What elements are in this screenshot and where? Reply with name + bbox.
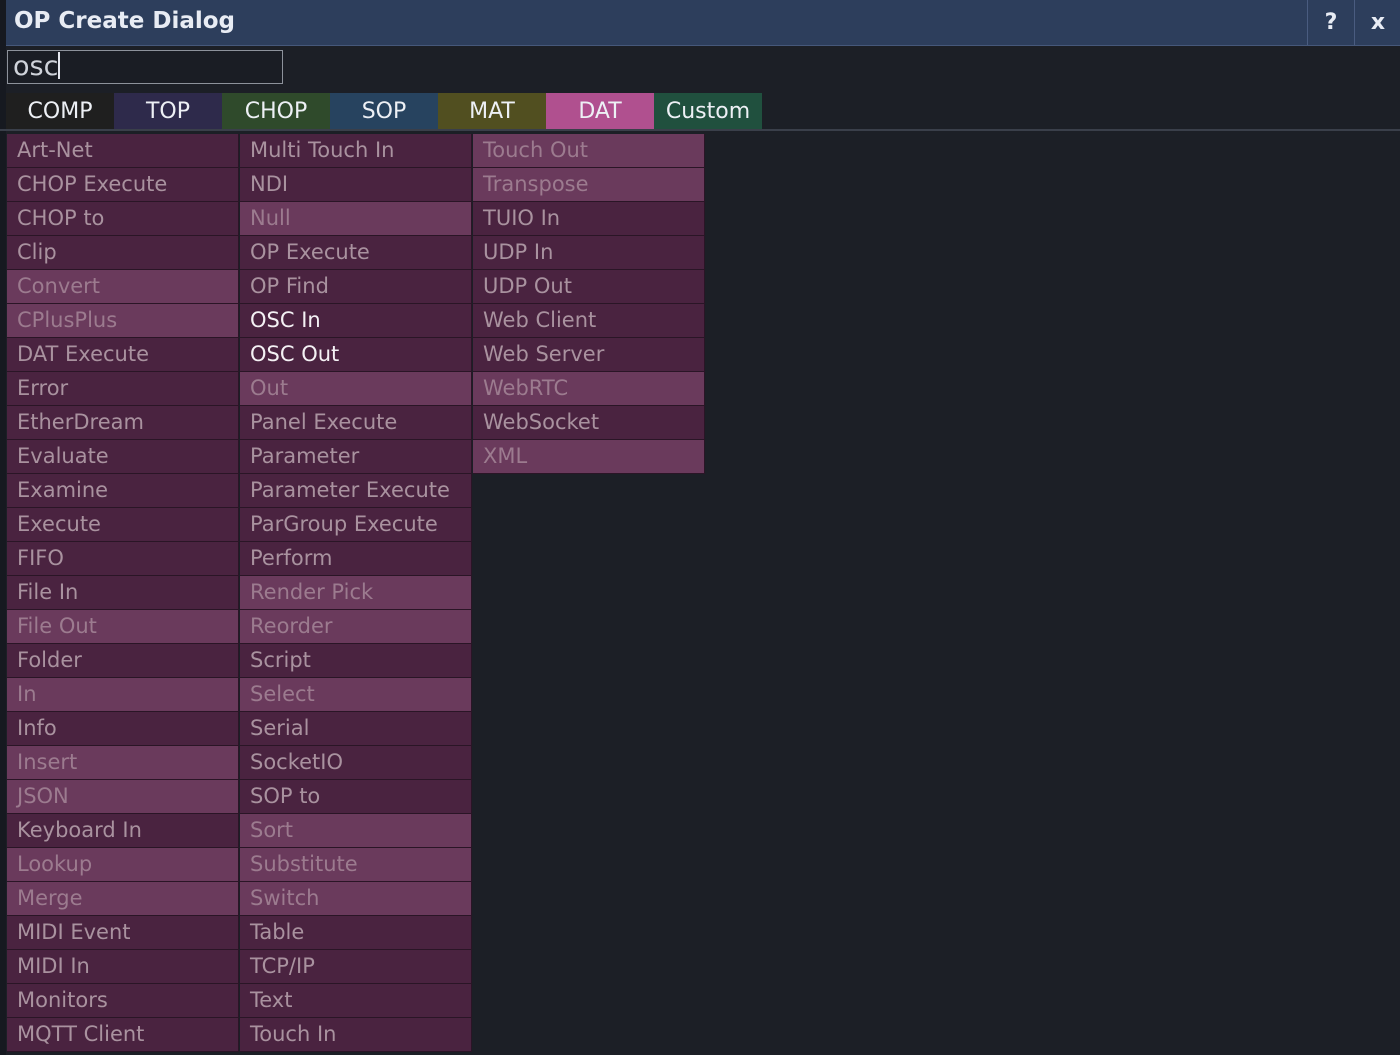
operator-item[interactable]: OP Find bbox=[240, 270, 472, 304]
operator-item[interactable]: DAT Execute bbox=[7, 338, 239, 372]
operator-item[interactable]: Serial bbox=[240, 712, 472, 746]
operator-item[interactable]: Web Server bbox=[473, 338, 705, 372]
tab-dat[interactable]: DAT bbox=[546, 93, 654, 129]
operator-item[interactable]: TCP/IP bbox=[240, 950, 472, 984]
operator-column: Art-Net CHOP Execute CHOP to Clip Convert CPl… bbox=[7, 134, 239, 1052]
operator-item[interactable]: NDI bbox=[240, 168, 472, 202]
tab-sop[interactable]: SOP bbox=[330, 93, 438, 129]
title-bar[interactable]: OP Create Dialog ? x bbox=[6, 0, 1400, 46]
help-button[interactable]: ? bbox=[1307, 0, 1354, 45]
operator-item[interactable]: File In bbox=[7, 576, 239, 610]
operator-item[interactable]: Merge bbox=[7, 882, 239, 916]
operator-item[interactable]: Perform bbox=[240, 542, 472, 576]
operator-item[interactable]: Script bbox=[240, 644, 472, 678]
operator-item[interactable]: Reorder bbox=[240, 610, 472, 644]
operator-item[interactable]: Select bbox=[240, 678, 472, 712]
operator-item[interactable]: Execute bbox=[7, 508, 239, 542]
operator-column: Multi Touch In NDI Null OP Execute OP Find OS… bbox=[240, 134, 472, 1052]
dialog-title: OP Create Dialog bbox=[14, 8, 236, 34]
operator-item[interactable]: ParGroup Execute bbox=[240, 508, 472, 542]
operator-item[interactable]: JSON bbox=[7, 780, 239, 814]
operator-item[interactable]: Null bbox=[240, 202, 472, 236]
tab-chop[interactable]: CHOP bbox=[222, 93, 330, 129]
operator-item[interactable]: Evaluate bbox=[7, 440, 239, 474]
operator-item[interactable]: Examine bbox=[7, 474, 239, 508]
operator-item[interactable]: Transpose bbox=[473, 168, 705, 202]
operator-item[interactable]: UDP In bbox=[473, 236, 705, 270]
operator-item[interactable]: TUIO In bbox=[473, 202, 705, 236]
operator-item[interactable]: Sort bbox=[240, 814, 472, 848]
search-input[interactable]: osc bbox=[7, 50, 283, 84]
operator-item[interactable]: Info bbox=[7, 712, 239, 746]
operator-item[interactable]: SocketIO bbox=[240, 746, 472, 780]
operator-item[interactable]: Parameter Execute bbox=[240, 474, 472, 508]
text-caret bbox=[58, 52, 61, 79]
operator-item[interactable]: Panel Execute bbox=[240, 406, 472, 440]
operator-item[interactable]: CHOP to bbox=[7, 202, 239, 236]
operator-item[interactable]: Multi Touch In bbox=[240, 134, 472, 168]
operator-item[interactable]: Web Client bbox=[473, 304, 705, 338]
operator-column: Touch Out Transpose TUIO In UDP In UDP Out We… bbox=[473, 134, 705, 474]
operator-item[interactable]: Text bbox=[240, 984, 472, 1018]
operator-item[interactable]: Keyboard In bbox=[7, 814, 239, 848]
operator-item[interactable]: Table bbox=[240, 916, 472, 950]
operator-item[interactable]: SOP to bbox=[240, 780, 472, 814]
window-left-edge bbox=[0, 0, 6, 1055]
operator-item[interactable]: UDP Out bbox=[473, 270, 705, 304]
operator-item[interactable]: CHOP Execute bbox=[7, 168, 239, 202]
operator-item[interactable]: OSC In bbox=[240, 304, 472, 338]
operator-item[interactable]: MQTT Client bbox=[7, 1018, 239, 1052]
operator-item[interactable]: Touch Out bbox=[473, 134, 705, 168]
operator-item[interactable]: Error bbox=[7, 372, 239, 406]
operator-item[interactable]: OSC Out bbox=[240, 338, 472, 372]
operator-item[interactable]: Render Pick bbox=[240, 576, 472, 610]
operator-item[interactable]: Parameter bbox=[240, 440, 472, 474]
tab-divider bbox=[0, 129, 1400, 131]
tab-comp[interactable]: COMP bbox=[6, 93, 114, 129]
operator-item[interactable]: Monitors bbox=[7, 984, 239, 1018]
operator-item[interactable]: Lookup bbox=[7, 848, 239, 882]
close-button[interactable]: x bbox=[1354, 0, 1400, 45]
operator-item[interactable]: OP Execute bbox=[240, 236, 472, 270]
operator-item[interactable]: WebRTC bbox=[473, 372, 705, 406]
operator-item[interactable]: WebSocket bbox=[473, 406, 705, 440]
family-tabs: COMP TOP CHOP SOP MAT DAT Custom bbox=[6, 93, 762, 129]
operator-item[interactable]: EtherDream bbox=[7, 406, 239, 440]
tab-mat[interactable]: MAT bbox=[438, 93, 546, 129]
operator-item[interactable]: Switch bbox=[240, 882, 472, 916]
operator-item[interactable]: MIDI In bbox=[7, 950, 239, 984]
operator-item[interactable]: CPlusPlus bbox=[7, 304, 239, 338]
search-input-value: osc bbox=[13, 51, 59, 82]
operator-item[interactable]: Insert bbox=[7, 746, 239, 780]
operator-item[interactable]: Out bbox=[240, 372, 472, 406]
operator-item[interactable]: Substitute bbox=[240, 848, 472, 882]
operator-item[interactable]: Folder bbox=[7, 644, 239, 678]
operator-item[interactable]: Clip bbox=[7, 236, 239, 270]
operator-item[interactable]: MIDI Event bbox=[7, 916, 239, 950]
operator-item[interactable]: FIFO bbox=[7, 542, 239, 576]
operator-item[interactable]: Art-Net bbox=[7, 134, 239, 168]
operator-item[interactable]: Convert bbox=[7, 270, 239, 304]
operator-item[interactable]: File Out bbox=[7, 610, 239, 644]
tab-top[interactable]: TOP bbox=[114, 93, 222, 129]
operator-item[interactable]: XML bbox=[473, 440, 705, 474]
operator-item[interactable]: In bbox=[7, 678, 239, 712]
operator-item[interactable]: Touch In bbox=[240, 1018, 472, 1052]
tab-custom[interactable]: Custom bbox=[654, 93, 762, 129]
